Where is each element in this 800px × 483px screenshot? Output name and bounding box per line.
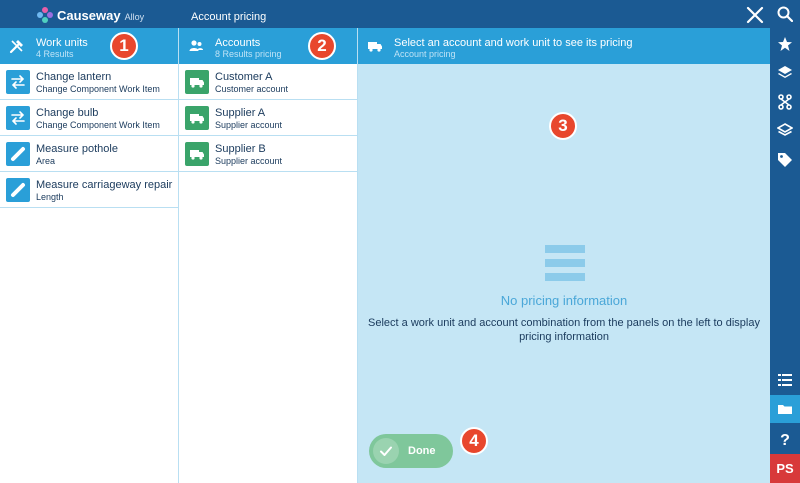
brand-name: Causeway <box>57 7 121 23</box>
accounts-title: Accounts <box>215 37 261 49</box>
work-units-header: Work units 4 Results <box>0 28 178 64</box>
work-unit-subtitle: Change Component Work Item <box>36 120 160 130</box>
app-logo: Causeway Alloy <box>37 6 144 24</box>
layers-icon <box>778 66 792 78</box>
work-unit-title: Measure carriageway repair <box>36 179 173 191</box>
swap-arrows-icon <box>6 70 30 94</box>
work-units-title: Work units <box>36 37 88 49</box>
account-subtitle: Supplier account <box>215 156 283 166</box>
help-icon: ? <box>780 432 790 447</box>
pricing-header: Select an account and work unit to see i… <box>358 28 770 64</box>
pricing-panel: Select an account and work unit to see i… <box>358 28 770 483</box>
empty-title: No pricing information <box>500 293 628 308</box>
work-unit-item[interactable]: Measure carriageway repair Length <box>0 172 178 208</box>
work-unit-item[interactable]: Change bulb Change Component Work Item <box>0 100 178 136</box>
close-icon <box>746 6 764 24</box>
logo-mark <box>37 7 53 23</box>
account-title: Customer A <box>215 71 273 83</box>
star-icon <box>778 37 792 51</box>
svg-text:?: ? <box>780 432 790 447</box>
tag-icon <box>778 153 792 167</box>
accounts-panel: Accounts 8 Results pricing Customer A Cu… <box>179 28 358 483</box>
work-unit-item[interactable]: Change lantern Change Component Work Ite… <box>0 64 178 100</box>
truck-icon <box>368 42 382 52</box>
page-title: Account pricing <box>191 11 267 23</box>
rail-workflow-button[interactable] <box>770 88 800 116</box>
rail-layers-alt-button[interactable] <box>770 117 800 145</box>
work-unit-title: Change lantern <box>36 71 112 83</box>
work-unit-title: Change bulb <box>36 107 99 119</box>
step-badge-3: 3 <box>549 112 577 140</box>
ruler-icon <box>6 178 30 202</box>
pricing-subtitle: Account pricing <box>394 49 456 59</box>
accounts-count: 8 Results pricing <box>215 49 282 59</box>
check-icon <box>373 438 399 464</box>
rail-tags-button[interactable] <box>770 146 800 174</box>
account-item[interactable]: Supplier A Supplier account <box>179 100 357 136</box>
search-icon <box>777 6 793 22</box>
truck-icon <box>185 106 209 130</box>
done-label: Done <box>408 445 436 457</box>
work-unit-subtitle: Length <box>36 192 64 202</box>
step-badge-1: 1 <box>110 32 138 60</box>
rail-favourites-button[interactable] <box>770 30 800 58</box>
workflow-icon <box>778 94 792 110</box>
work-units-panel: Work units 4 Results Change lantern Chan… <box>0 28 179 483</box>
work-unit-item[interactable]: Measure pothole Area <box>0 136 178 172</box>
empty-stack-icon <box>545 245 585 281</box>
layers-alt-icon <box>777 123 793 136</box>
pricing-title: Select an account and work unit to see i… <box>394 37 633 49</box>
work-unit-title: Measure pothole <box>36 143 118 155</box>
work-units-count: 4 Results <box>36 49 74 59</box>
swap-arrows-icon <box>6 106 30 130</box>
brand-sub: Alloy <box>124 11 145 22</box>
rail-search-button[interactable] <box>770 0 800 28</box>
account-title: Supplier B <box>215 143 266 155</box>
truck-icon <box>185 142 209 166</box>
rail-help-button[interactable]: ? <box>770 425 800 453</box>
right-rail: ? PS <box>770 0 800 483</box>
rail-layers-button[interactable] <box>770 59 800 87</box>
truck-icon <box>185 70 209 94</box>
account-item[interactable]: Supplier B Supplier account <box>179 136 357 172</box>
rail-list-button[interactable] <box>770 366 800 394</box>
rail-folder-button[interactable] <box>770 395 800 423</box>
tools-icon <box>9 40 23 54</box>
account-subtitle: Customer account <box>215 84 289 94</box>
account-item[interactable]: Customer A Customer account <box>179 64 357 100</box>
account-subtitle: Supplier account <box>215 120 283 130</box>
work-unit-subtitle: Change Component Work Item <box>36 84 160 94</box>
close-button[interactable] <box>744 4 766 26</box>
ruler-icon <box>6 142 30 166</box>
users-icon <box>189 40 203 51</box>
top-bar: Causeway Alloy Account pricing <box>0 0 770 28</box>
step-badge-2: 2 <box>308 32 336 60</box>
work-unit-subtitle: Area <box>36 156 56 166</box>
empty-description: Select a work unit and account combinati… <box>368 317 760 343</box>
folder-icon <box>778 405 792 414</box>
step-badge-4: 4 <box>460 427 488 455</box>
user-avatar[interactable]: PS <box>770 454 800 483</box>
done-button[interactable]: Done <box>369 434 453 468</box>
account-title: Supplier A <box>215 107 266 119</box>
list-icon <box>778 374 792 386</box>
